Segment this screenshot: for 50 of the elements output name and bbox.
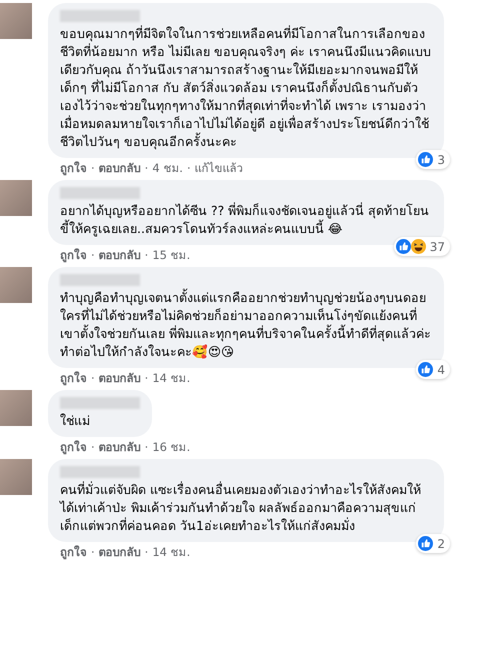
edited-label: แก้ไขแล้ว <box>194 161 243 176</box>
timestamp: 15 ชม. <box>152 248 190 263</box>
comment-text: ขอบคุณมากๆที่มีจิตใจในการช่วยเหลือคนที่มีโอกาสในการเลือกของชีวิตที่น้อยมาก หรือ ไม่มีเลย ขอบคุณจริงๆ ค่ะ เราคนนึงมีแนวคิดแบบเดียวกับคุณ ถ้าวันนึงเราสามารถสร้างฐานะให้มีเยอะมากจนพอมีให้เด็กๆ ที่ไม่มีโอกาส กับ สัตว์สิ่งแวดล้อม เราคนนึงก็ตั้งปณิธานกับตัวเองไว้ว่าจะช่วยในทุกๆทางให้มากที่สุดเท่าที่จะทำได้ เพราะ เรามองว่าเมื่อหมดลมหายใจเราก็เอาไปไม่ได้อยู่ดี อยู่เพื่อสร้างประโยชน์ดีกว่าใช้ชีวิตไปวันๆ ขอบคุณอีกครั้งนะคะ <box>60 25 432 151</box>
blurred-avatar <box>0 267 32 303</box>
blurred-avatar <box>0 459 32 495</box>
like-link[interactable]: ถูกใจ <box>60 545 87 560</box>
timestamp: 14 ชม. <box>152 545 190 560</box>
reaction-badge[interactable]: 3 <box>416 150 450 169</box>
separator-dot: · <box>186 161 191 176</box>
blurred-avatar <box>0 180 32 216</box>
like-link[interactable]: ถูกใจ <box>60 161 87 176</box>
reply-link[interactable]: ตอบกลับ <box>98 545 141 560</box>
reaction-badge[interactable]: 2 <box>416 534 450 553</box>
like-link[interactable]: ถูกใจ <box>60 440 87 455</box>
timestamp: 4 ชม. <box>152 161 183 176</box>
separator-dot: · <box>91 545 95 560</box>
thumbs-up-icon <box>418 152 434 167</box>
separator-dot: · <box>91 248 95 263</box>
separator-dot: · <box>91 440 95 455</box>
reply-link[interactable]: ตอบกลับ <box>98 440 141 455</box>
timestamp: 14 ชม. <box>152 371 190 386</box>
reaction-count: 3 <box>437 152 445 166</box>
reply-link[interactable]: ตอบกลับ <box>98 161 141 176</box>
reaction-count: 37 <box>430 240 445 254</box>
comment-text: คนที่มั่วแต่จับผิด แซะเรื่องคนอื่นเคยมองตัวเองว่าทำอะไรให้สังคมให้ได้เท่าเค้าป่ะ พิมเค้าร่วมกันทำด้วยใจ ผลลัพธ์ออกมาคือความสุขแก่เด็กแต่พวกที่ค่อนคอด วัน1อ่ะเคยทำอะไรให้แก่สังคมมั่ง <box>60 481 422 535</box>
reply-link[interactable]: ตอบกลับ <box>98 248 141 263</box>
laughing-face-icon <box>410 239 426 254</box>
comment-text: อยากได้บุญหรืออยากได้ซีน ?? พี่พิมก็แจงชัดเจนอยู่แล้วนี่ สุดท้ายโยนขี้ให้ครูเฉยเลย..สมควรโดนทัวร์ลงแหล่ะคนแบบนี้ 😂 <box>60 202 430 238</box>
comment-text: ใช่แม่ <box>60 412 91 430</box>
timestamp: 16 ชม. <box>152 440 190 455</box>
reaction-badge[interactable]: 4 <box>416 360 450 379</box>
blurred-avatar <box>0 3 32 39</box>
reaction-count: 4 <box>437 362 445 376</box>
comment-text: ทำบุญคือทำบุญเจตนาตั้งแต่แรกคืออยากช่วยทำบุญช่วยน้องๆบนดอยใครที่ไม่ได้ช่วยหรือไม่คิดช่วยก็อย่ามาออกความเห็นโง่ๆขัดแย้งคนที่เขาตั้งใจช่วยกันเลย พี่พิมและทุกๆคนที่บริจาคในครั้งนี้ทำดีที่สุดแล้วค่ะทำต่อไปให้กำลังใจนะคะ🥰😍😘 <box>60 289 432 361</box>
thumbs-up-icon <box>396 239 411 254</box>
like-link[interactable]: ถูกใจ <box>60 248 87 263</box>
reply-link[interactable]: ตอบกลับ <box>98 371 141 386</box>
separator-dot: · <box>144 248 148 263</box>
thumbs-up-icon <box>418 536 434 551</box>
separator-dot: · <box>91 371 95 386</box>
separator-dot: · <box>144 440 148 455</box>
separator-dot: · <box>91 161 95 176</box>
like-link[interactable]: ถูกใจ <box>60 371 87 386</box>
separator-dot: · <box>144 545 148 560</box>
thumbs-up-icon <box>418 362 434 377</box>
blurred-avatar <box>0 390 32 426</box>
reaction-badge[interactable]: 37 <box>394 237 450 256</box>
reaction-count: 2 <box>437 536 445 550</box>
separator-dot: · <box>144 161 148 176</box>
separator-dot: · <box>144 371 148 386</box>
